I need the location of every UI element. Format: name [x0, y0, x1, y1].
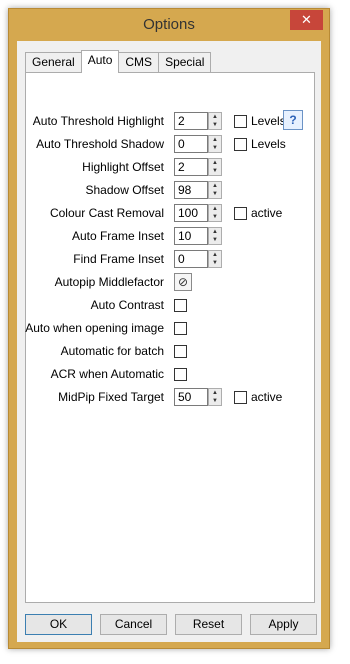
midpip-active-checkbox[interactable] [234, 391, 247, 404]
tab-special[interactable]: Special [158, 52, 212, 72]
find-frame-inset-label: Find Frame Inset [73, 252, 164, 266]
colour-cast-removal-input[interactable]: 100 [174, 204, 208, 222]
automatic-for-batch-checkbox[interactable] [174, 345, 187, 358]
up-arrow-icon[interactable]: ▲ [209, 113, 221, 121]
button-bar: OK Cancel Reset Apply [17, 614, 321, 636]
down-arrow-icon[interactable]: ▼ [209, 144, 221, 152]
row-auto-when-opening: Auto when opening image [25, 318, 314, 338]
tab-strip: General Auto CMS Special [25, 50, 212, 73]
row-automatic-for-batch: Automatic for batch [26, 341, 314, 361]
autopip-middlefactor-label: Autopip Middlefactor [54, 275, 164, 289]
auto-frame-inset-input[interactable]: 10 [174, 227, 208, 245]
colour-cast-removal-label: Colour Cast Removal [49, 206, 164, 220]
auto-when-opening-checkbox[interactable] [174, 322, 187, 335]
colour-cast-active-checkbox[interactable] [234, 207, 247, 220]
dialog-client: General Auto CMS Special Auto Threshold … [17, 41, 321, 642]
row-colour-cast-removal: Colour Cast Removal 100 ▲ ▼ active [26, 203, 314, 223]
down-arrow-icon[interactable]: ▼ [209, 167, 221, 175]
levels-highlight-checkbox[interactable] [234, 115, 247, 128]
auto-threshold-shadow-label: Auto Threshold Shadow [36, 137, 164, 151]
row-midpip-fixed-target: MidPip Fixed Target 50 ▲ ▼ active [26, 387, 314, 407]
down-arrow-icon[interactable]: ▼ [209, 213, 221, 221]
circle-slash-icon[interactable]: ⊘ [174, 273, 192, 291]
highlight-offset-label: Highlight Offset [82, 160, 164, 174]
ok-button[interactable]: OK [25, 614, 92, 635]
find-frame-inset-input[interactable]: 0 [174, 250, 208, 268]
shadow-offset-input[interactable]: 98 [174, 181, 208, 199]
auto-threshold-shadow-spinner[interactable]: ▲ ▼ [208, 135, 222, 153]
midpip-active-label: active [251, 390, 283, 404]
acr-when-automatic-checkbox[interactable] [174, 368, 187, 381]
levels-highlight-label: Levels [251, 114, 286, 128]
question-icon[interactable]: ? [283, 110, 303, 130]
shadow-offset-label: Shadow Offset [85, 183, 165, 197]
midpip-fixed-target-spinner[interactable]: ▲ ▼ [208, 388, 222, 406]
up-arrow-icon[interactable]: ▲ [209, 136, 221, 144]
up-arrow-icon[interactable]: ▲ [209, 389, 221, 397]
down-arrow-icon[interactable]: ▼ [209, 259, 221, 267]
auto-tab-panel: Auto Threshold Highlight 2 ▲ ▼ Levels ? … [25, 72, 315, 603]
auto-when-opening-label: Auto when opening image [25, 321, 164, 335]
up-arrow-icon[interactable]: ▲ [209, 159, 221, 167]
apply-button[interactable]: Apply [250, 614, 317, 635]
automatic-for-batch-label: Automatic for batch [60, 344, 164, 358]
auto-threshold-highlight-label: Auto Threshold Highlight [32, 114, 164, 128]
row-auto-threshold-shadow: Auto Threshold Shadow 0 ▲ ▼ Levels [26, 134, 314, 154]
row-auto-frame-inset: Auto Frame Inset 10 ▲ ▼ [26, 226, 314, 246]
auto-frame-inset-label: Auto Frame Inset [71, 229, 164, 243]
row-find-frame-inset: Find Frame Inset 0 ▲ ▼ [26, 249, 314, 269]
find-frame-inset-spinner[interactable]: ▲ ▼ [208, 250, 222, 268]
up-arrow-icon[interactable]: ▲ [209, 251, 221, 259]
row-auto-threshold-highlight: Auto Threshold Highlight 2 ▲ ▼ Levels [26, 111, 314, 131]
auto-threshold-shadow-input[interactable]: 0 [174, 135, 208, 153]
auto-threshold-highlight-spinner[interactable]: ▲ ▼ [208, 112, 222, 130]
window-title: Options [143, 16, 195, 33]
tab-auto[interactable]: Auto [80, 50, 120, 73]
midpip-fixed-target-input[interactable]: 50 [174, 388, 208, 406]
levels-shadow-label: Levels [251, 137, 286, 151]
options-window: Options ✕ General Auto CMS Special Auto … [8, 8, 330, 649]
row-autopip-middlefactor: Autopip Middlefactor ⊘ [26, 272, 314, 292]
down-arrow-icon[interactable]: ▼ [209, 190, 221, 198]
down-arrow-icon[interactable]: ▼ [209, 397, 221, 405]
up-arrow-icon[interactable]: ▲ [209, 205, 221, 213]
auto-frame-inset-spinner[interactable]: ▲ ▼ [208, 227, 222, 245]
down-arrow-icon[interactable]: ▼ [209, 121, 221, 129]
auto-contrast-checkbox[interactable] [174, 299, 187, 312]
down-arrow-icon[interactable]: ▼ [209, 236, 221, 244]
highlight-offset-spinner[interactable]: ▲ ▼ [208, 158, 222, 176]
close-button[interactable]: ✕ [290, 10, 323, 30]
row-highlight-offset: Highlight Offset 2 ▲ ▼ [26, 157, 314, 177]
cancel-button[interactable]: Cancel [100, 614, 167, 635]
auto-contrast-label: Auto Contrast [90, 298, 164, 312]
levels-shadow-checkbox[interactable] [234, 138, 247, 151]
colour-cast-removal-spinner[interactable]: ▲ ▼ [208, 204, 222, 222]
row-acr-when-automatic: ACR when Automatic [26, 364, 314, 384]
auto-threshold-highlight-input[interactable]: 2 [174, 112, 208, 130]
up-arrow-icon[interactable]: ▲ [209, 182, 221, 190]
row-auto-contrast: Auto Contrast [26, 295, 314, 315]
acr-when-automatic-label: ACR when Automatic [50, 367, 164, 381]
highlight-offset-input[interactable]: 2 [174, 158, 208, 176]
up-arrow-icon[interactable]: ▲ [209, 228, 221, 236]
tab-general[interactable]: General [25, 52, 82, 72]
shadow-offset-spinner[interactable]: ▲ ▼ [208, 181, 222, 199]
midpip-fixed-target-label: MidPip Fixed Target [58, 390, 164, 404]
row-shadow-offset: Shadow Offset 98 ▲ ▼ [26, 180, 314, 200]
colour-cast-active-label: active [251, 206, 283, 220]
tab-cms[interactable]: CMS [118, 52, 160, 72]
reset-button[interactable]: Reset [175, 614, 242, 635]
